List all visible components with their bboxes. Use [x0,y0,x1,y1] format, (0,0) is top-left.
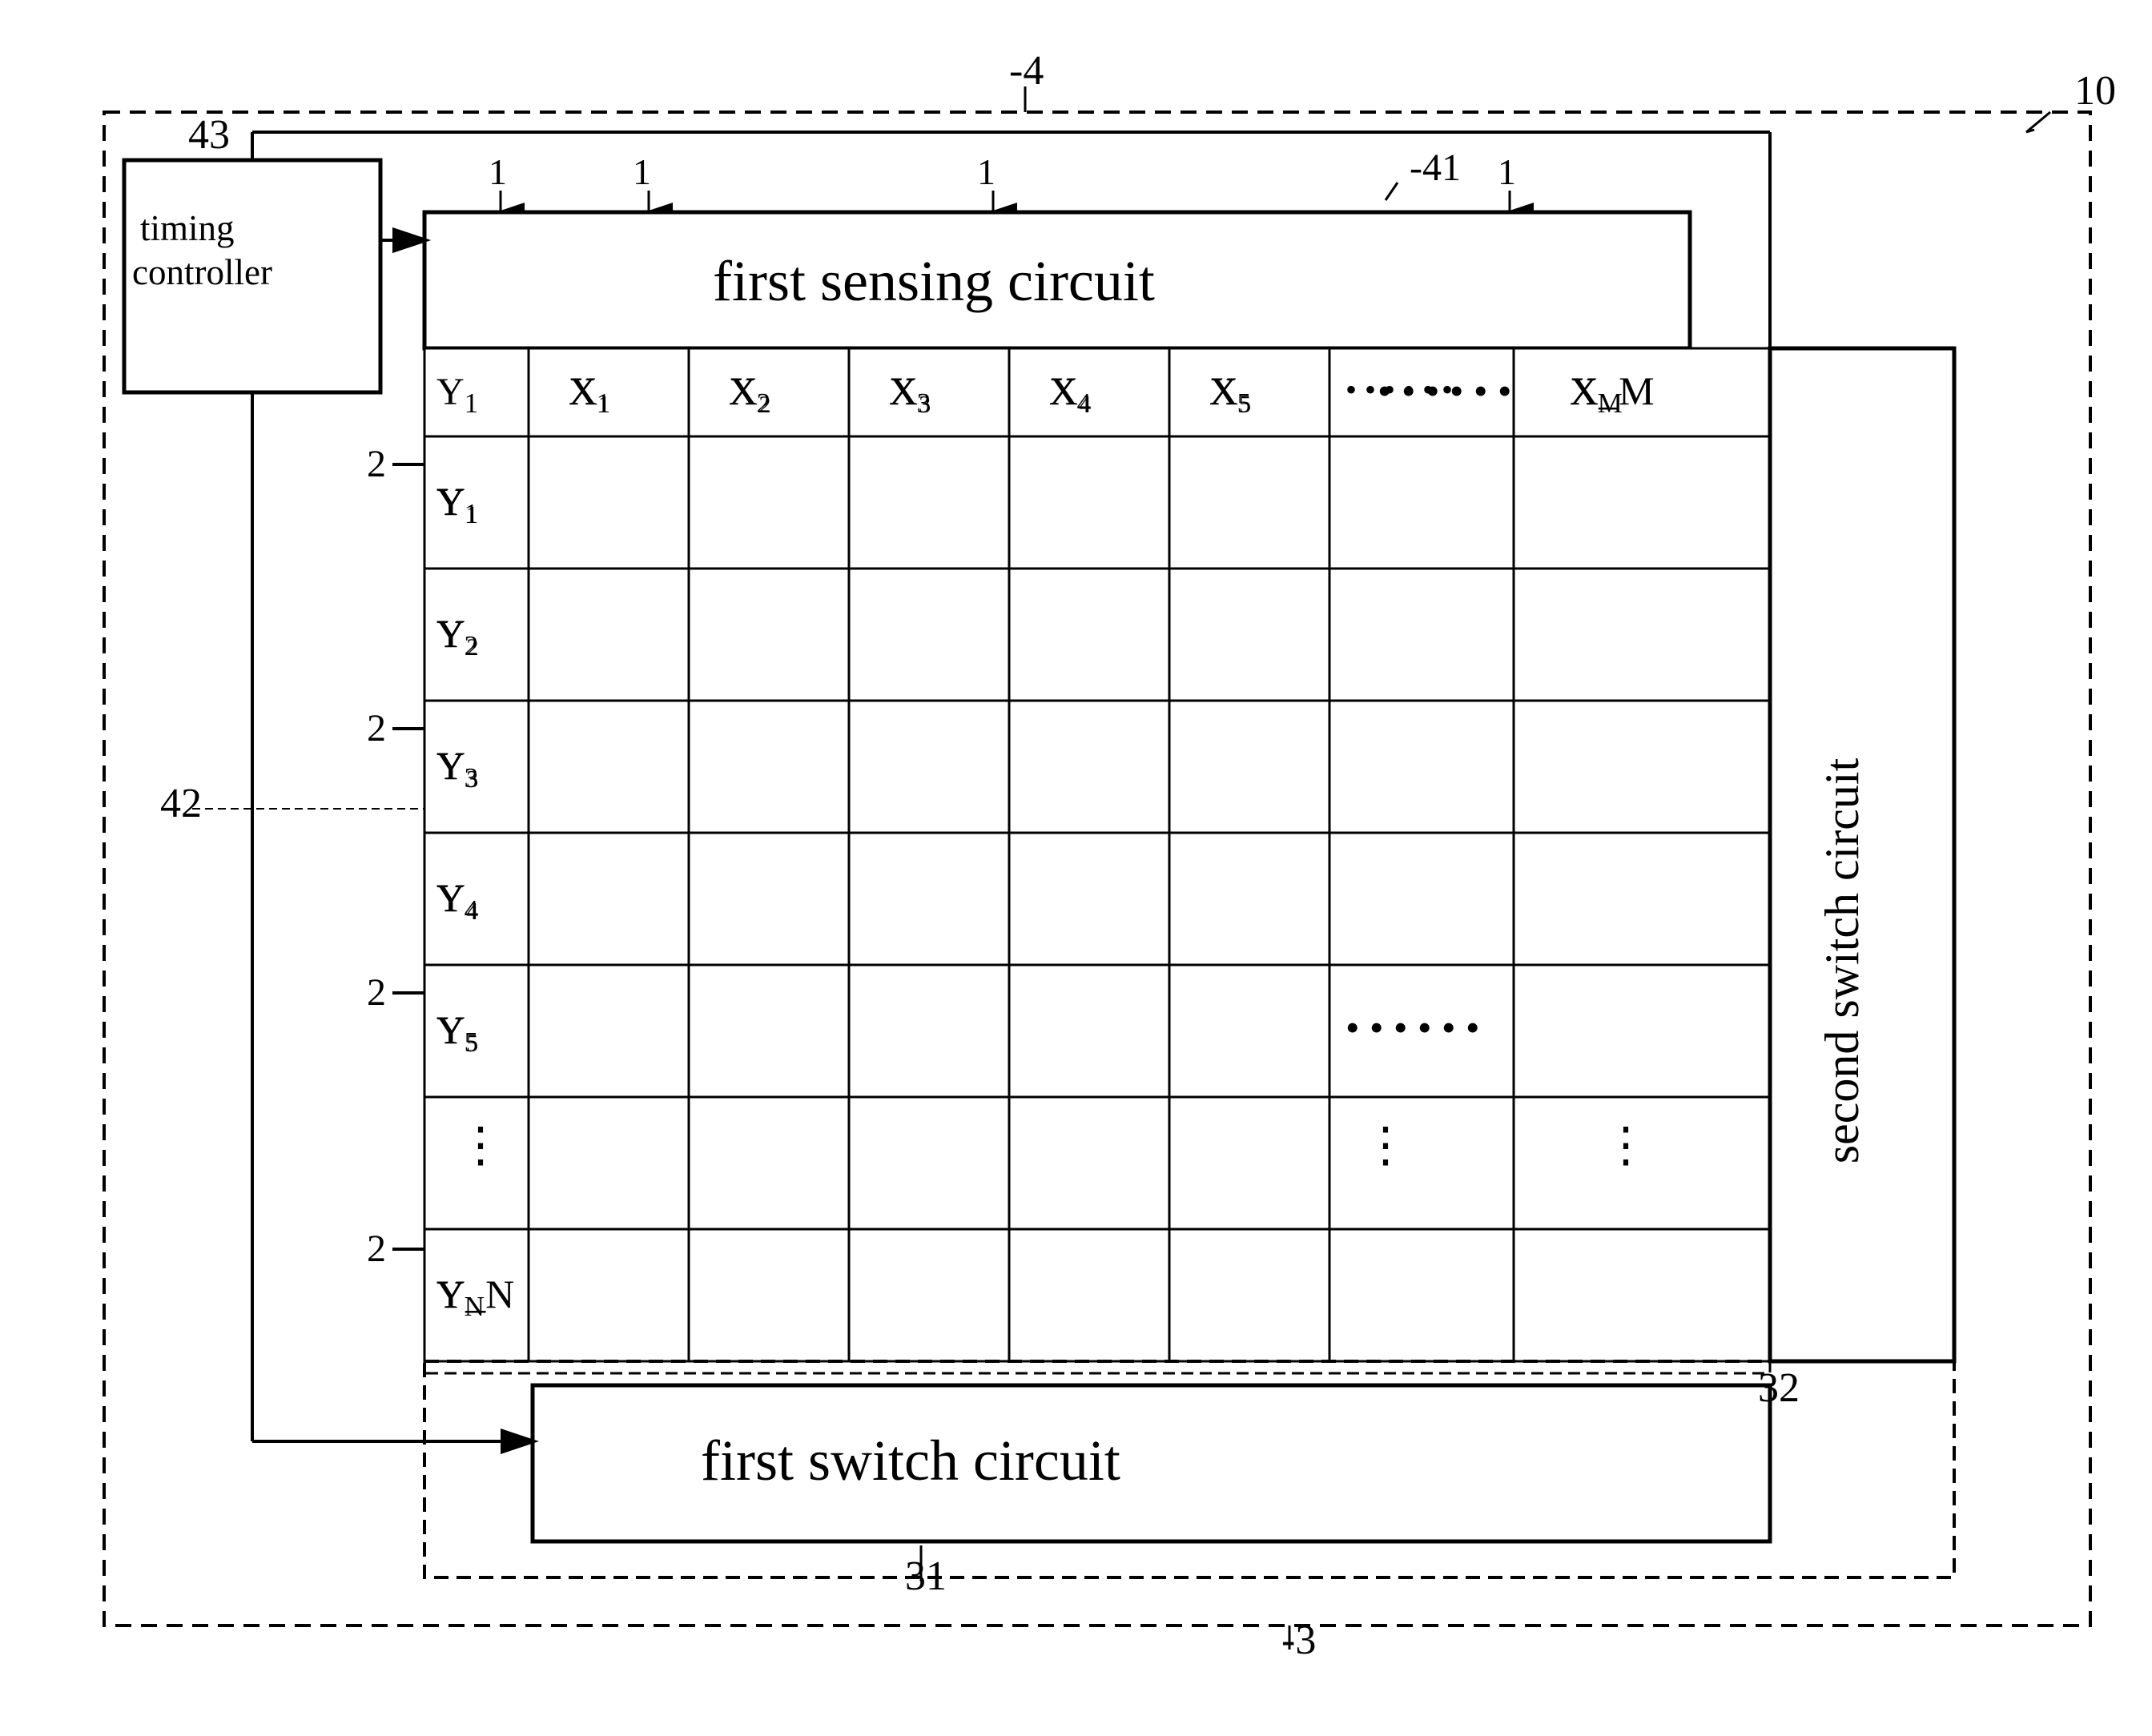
ref-1c: 1 [977,151,996,192]
ref-42: 42 [160,781,202,826]
first-sensing-label: first sensing circuit [713,249,1155,313]
timing-controller-label: timing [140,208,235,248]
ref-2c: 2 [367,971,386,1014]
vdots-right: ⋮ [1602,1119,1650,1171]
ref-32: 32 [1758,1365,1800,1411]
ref-1b: 1 [633,151,651,192]
ref-4: -4 [1009,48,1044,94]
header-dots: • • • • • • [1346,372,1453,408]
ref-43: 43 [188,112,230,158]
first-switch-label: first switch circuit [701,1429,1120,1493]
ref-2b: 2 [367,707,386,749]
second-switch-label: second switch circuit [1816,757,1868,1163]
diagram-container: 10 -4 43 timing controller -41 1 1 1 1 f… [0,0,2152,1736]
ref-10: 10 [2074,68,2116,114]
ref-1d: 1 [1498,151,1516,192]
row-dots-mid: • • • • • • [1346,1005,1480,1050]
ref-41: -41 [1410,147,1461,189]
ref-2d: 2 [367,1228,386,1270]
ref-1a: 1 [489,151,507,192]
vdots-mid: ⋮ [1362,1119,1410,1171]
ref-2a: 2 [367,443,386,485]
timing-controller-label2: controller [132,252,272,292]
row-vdots: ⋮ [457,1119,505,1171]
ref-3: -3 [1281,1617,1316,1663]
